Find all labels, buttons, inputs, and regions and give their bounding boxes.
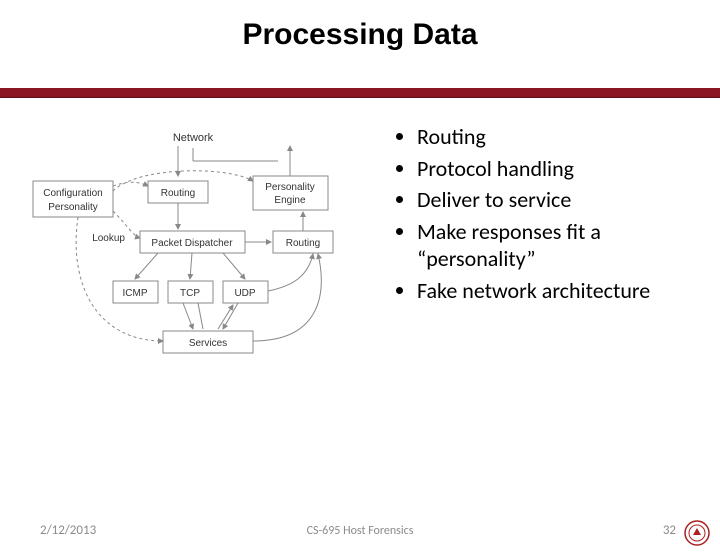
personality-label: Personality [48, 202, 97, 213]
routing-mid-label: Routing [286, 238, 320, 249]
bullet-item: Make responses fit a “personality” [417, 218, 695, 273]
tcp-label: TCP [180, 288, 200, 299]
content-area: Network Configuration Personality Routin… [0, 108, 720, 488]
footer-page: 32 [663, 523, 676, 538]
lookup-label: Lookup [92, 233, 125, 244]
bullet-item: Deliver to service [417, 186, 695, 214]
config-label: Configuration [43, 188, 102, 199]
university-seal-icon [684, 520, 710, 546]
dispatcher-label: Packet Dispatcher [151, 238, 233, 249]
footer-course: CS-695 Host Forensics [0, 524, 720, 538]
architecture-diagram: Network Configuration Personality Routin… [28, 126, 368, 406]
icmp-label: ICMP [123, 288, 148, 299]
udp-label: UDP [234, 288, 255, 299]
network-label: Network [173, 132, 214, 144]
routing-top-label: Routing [161, 188, 195, 199]
bullet-item: Fake network architecture [417, 277, 695, 305]
accent-bar [0, 88, 720, 98]
bullet-item: Routing [417, 123, 695, 151]
slide-title: Processing Data [0, 18, 720, 52]
pengine-label-1: Personality [265, 182, 314, 193]
bullet-list: Routing Protocol handling Deliver to ser… [395, 123, 695, 308]
pengine-label-2: Engine [274, 195, 306, 206]
services-label: Services [189, 338, 227, 349]
bullet-item: Protocol handling [417, 155, 695, 183]
